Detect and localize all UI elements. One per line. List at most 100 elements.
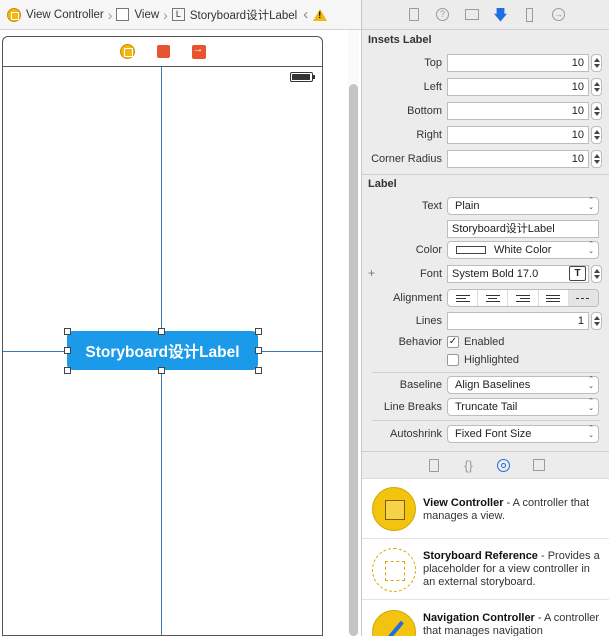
text-value-field[interactable]: Storyboard设计Label [447, 220, 599, 238]
left-stepper[interactable] [591, 78, 602, 96]
size-inspector-tab[interactable] [522, 7, 537, 22]
jump-bar-view[interactable]: View [116, 8, 159, 21]
left-field[interactable]: 10 [447, 78, 589, 96]
library-item-storyboard-reference[interactable]: Storyboard Reference - Provides a placeh… [362, 540, 609, 600]
baseline-popup[interactable]: Align Baselines [447, 376, 599, 394]
line-breaks-popup[interactable]: Truncate Tail [447, 398, 599, 416]
scrollbar-thumb[interactable] [349, 84, 358, 636]
jump-bar-label[interactable]: L Storyboard设计Label [171, 7, 298, 23]
align-right-button[interactable] [508, 290, 539, 306]
label-section-title: Label [368, 178, 397, 190]
ruler-icon [526, 7, 533, 22]
object-library-icon [497, 458, 510, 472]
alignment-control [447, 289, 599, 307]
library-item-navigation-controller[interactable]: Navigation Controller - A controller tha… [362, 602, 609, 636]
corner-radius-label: Corner Radius [371, 153, 442, 165]
jump-bar: View Controller › View › L Storyboard设计L… [0, 0, 361, 30]
file-template-tab[interactable] [426, 458, 441, 473]
view-controller-icon[interactable] [119, 44, 135, 59]
view-icon [116, 8, 130, 21]
section-divider [372, 372, 600, 373]
inspector-tabs: ? → [362, 0, 609, 30]
font-picker-button[interactable]: T [569, 266, 586, 281]
text-label: Text [421, 200, 442, 212]
resize-handle[interactable] [158, 328, 165, 335]
warning-icon[interactable] [313, 8, 328, 21]
font-field[interactable]: System Bold 17.0 [447, 265, 589, 283]
text-type-popup[interactable]: Plain [447, 197, 599, 215]
alignment-label: Alignment [393, 292, 442, 304]
library-item-text: View Controller - A controller that mana… [423, 497, 603, 523]
align-natural-button[interactable] [568, 290, 598, 306]
line-breaks-label: Line Breaks [383, 401, 442, 413]
resize-handle[interactable] [255, 367, 262, 374]
id-card-icon [464, 9, 479, 20]
device-canvas[interactable]: Storyboard设计Label [2, 67, 323, 636]
media-library-tab[interactable] [531, 458, 546, 473]
attributes-inspector: ? → Insets Label Top 10 Left 10 Bottom 1… [361, 0, 609, 636]
object-library-tab[interactable] [496, 458, 511, 473]
left-label: Left [423, 81, 442, 93]
plus-icon[interactable]: + [368, 266, 375, 280]
lines-stepper[interactable] [591, 312, 602, 330]
resize-handle[interactable] [255, 328, 262, 335]
attributes-inspector-tab[interactable] [493, 7, 508, 22]
navigation-controller-icon [372, 610, 416, 636]
behavior-label: Behavior [398, 336, 442, 348]
quick-help-tab[interactable]: ? [435, 7, 450, 22]
library-item-text: Navigation Controller - A controller tha… [423, 612, 603, 636]
file-inspector-tab[interactable] [406, 7, 421, 22]
align-justified-button[interactable] [539, 290, 569, 306]
crumb-label: Storyboard设计Label [189, 9, 298, 22]
highlighted-checkbox[interactable] [447, 354, 459, 366]
right-field[interactable]: 10 [447, 126, 589, 144]
exit-icon[interactable] [191, 43, 206, 59]
right-stepper[interactable] [591, 126, 602, 144]
library-tabs: {} [362, 451, 609, 479]
resize-handle[interactable] [64, 328, 71, 335]
resize-handle[interactable] [64, 347, 71, 354]
identity-inspector-tab[interactable] [464, 7, 479, 22]
library-item-title: Navigation Controller [423, 612, 535, 624]
storyboard-label[interactable]: Storyboard设计Label [67, 331, 258, 370]
color-value: White Color [494, 244, 552, 256]
top-label: Top [424, 57, 442, 69]
label-icon: L [171, 8, 185, 21]
baseline-label: Baseline [399, 379, 442, 391]
bottom-stepper[interactable] [591, 102, 602, 120]
lines-field[interactable]: 1 [447, 312, 589, 330]
bottom-label: Bottom [407, 105, 442, 117]
corner-radius-field[interactable]: 10 [447, 150, 589, 168]
top-stepper[interactable] [591, 54, 602, 72]
label-text: Storyboard设计Label [85, 343, 240, 361]
align-center-button[interactable] [478, 290, 509, 306]
corner-radius-stepper[interactable] [591, 150, 602, 168]
autoshrink-popup[interactable]: Fixed Font Size [447, 425, 599, 443]
font-size-stepper[interactable] [591, 265, 602, 283]
jump-bar-view-controller[interactable]: View Controller [7, 7, 104, 22]
enabled-checkbox[interactable]: ✓ [447, 336, 459, 348]
bottom-field[interactable]: 10 [447, 102, 589, 120]
library-item-view-controller[interactable]: View Controller - A controller that mana… [362, 479, 609, 539]
library-item-title: Storyboard Reference [423, 550, 538, 562]
section-divider [372, 420, 600, 421]
code-snippet-tab[interactable]: {} [461, 458, 476, 473]
chevron-left-icon[interactable]: ‹ [303, 6, 308, 23]
first-responder-icon[interactable] [156, 45, 170, 58]
color-popup[interactable]: White Color [447, 241, 599, 259]
resize-handle[interactable] [158, 367, 165, 374]
resize-handle[interactable] [255, 347, 262, 354]
color-label: Color [415, 244, 442, 256]
highlighted-label: Highlighted [464, 354, 520, 366]
chevron-right-icon: › [163, 6, 168, 23]
enabled-label: Enabled [464, 336, 505, 348]
top-field[interactable]: 10 [447, 54, 589, 72]
connections-inspector-tab[interactable]: → [551, 7, 566, 22]
crumb-label: View Controller [26, 8, 104, 21]
right-label: Right [416, 129, 442, 141]
resize-handle[interactable] [64, 367, 71, 374]
view-controller-icon [372, 487, 416, 531]
attributes-icon [494, 7, 507, 22]
insets-section-title: Insets Label [368, 34, 432, 46]
align-left-button[interactable] [448, 290, 479, 306]
